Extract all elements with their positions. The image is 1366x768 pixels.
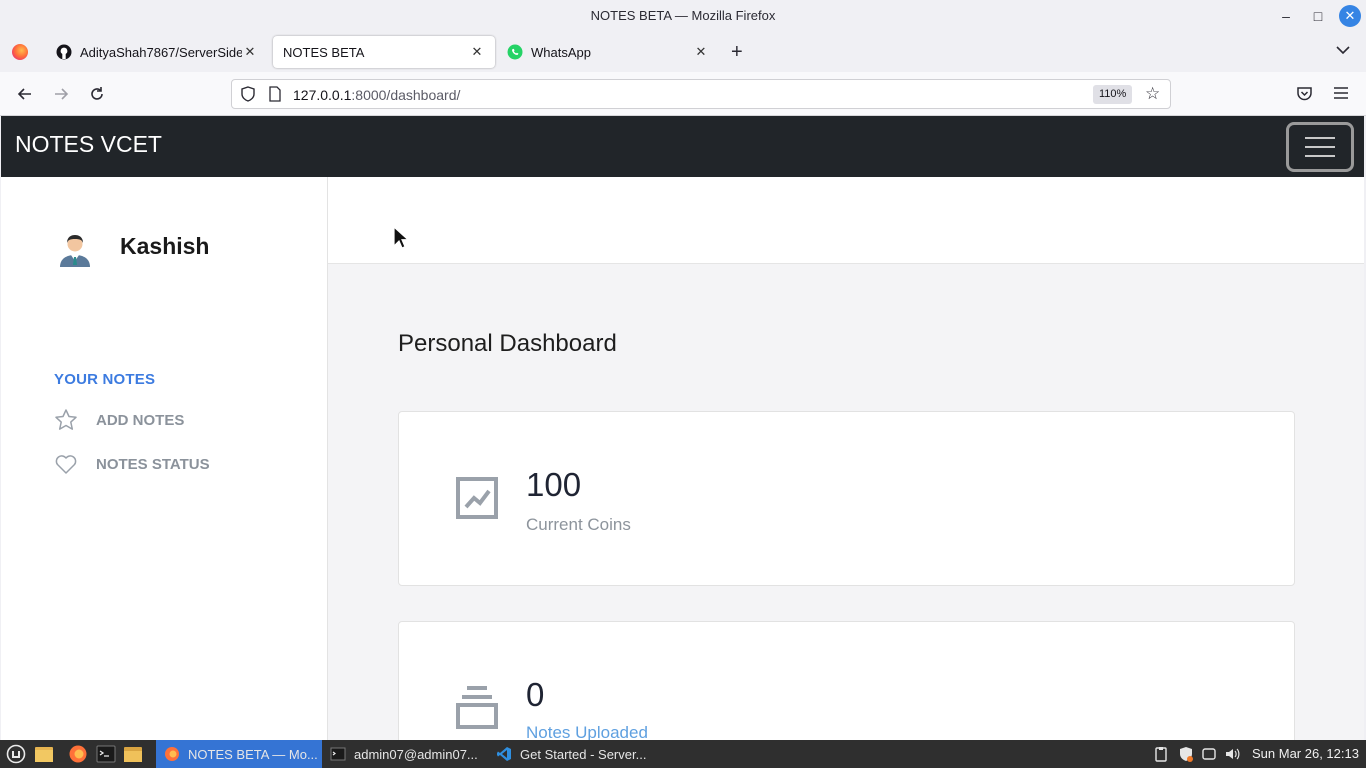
whatsapp-icon	[507, 44, 523, 60]
clipboard-tray-icon[interactable]	[1153, 746, 1169, 762]
url-text[interactable]: 127.0.0.1:8000/dashboard/	[293, 87, 460, 103]
stack-icon	[455, 685, 499, 729]
volume-tray-icon[interactable]	[1224, 746, 1240, 762]
reload-icon[interactable]	[85, 82, 109, 106]
url-bar[interactable]: 127.0.0.1:8000/dashboard/ 110% ☆	[231, 79, 1171, 109]
taskbar-task-firefox[interactable]: NOTES BETA — Mo...	[156, 740, 322, 768]
sidebar-section-title[interactable]: YOUR NOTES	[54, 371, 155, 388]
sidebar-item-notes-status[interactable]: NOTES STATUS	[54, 452, 210, 476]
back-arrow-icon[interactable]	[13, 82, 37, 106]
forward-arrow-icon[interactable]	[49, 82, 73, 106]
show-desktop-folder-icon[interactable]	[34, 744, 54, 764]
terminal-launcher-icon[interactable]	[96, 744, 116, 764]
firefox-icon	[164, 746, 180, 762]
taskbar-task-terminal[interactable]: admin07@admin07...	[322, 740, 488, 768]
main-top-bar	[328, 177, 1364, 264]
navbar-toggler-button[interactable]	[1286, 122, 1354, 172]
tab-strip: AdityaShah7867/ServerSide ✕ NOTES BETA ✕…	[0, 32, 1366, 72]
chart-icon	[455, 476, 499, 520]
page-title: Personal Dashboard	[398, 330, 617, 357]
bookmark-star-icon[interactable]: ☆	[1145, 85, 1160, 103]
mouse-cursor-icon	[393, 225, 410, 250]
toggler-bar	[1305, 137, 1335, 139]
star-icon	[54, 408, 78, 432]
terminal-icon	[330, 746, 346, 762]
taskbar-task-vscode[interactable]: Get Started - Server...	[488, 740, 654, 768]
tab-label: AdityaShah7867/ServerSide	[80, 44, 242, 60]
tab-github[interactable]: AdityaShah7867/ServerSide ✕	[46, 36, 268, 68]
firefox-launcher-icon[interactable]	[68, 744, 88, 764]
taskbar-task-label: NOTES BETA — Mo...	[188, 746, 318, 762]
url-host: 127.0.0.1	[293, 87, 352, 103]
toggler-bar	[1305, 155, 1335, 157]
tab-close-icon[interactable]: ✕	[469, 44, 485, 60]
github-icon	[56, 44, 72, 60]
tab-close-icon[interactable]: ✕	[693, 44, 709, 60]
site-brand[interactable]: NOTES VCET	[15, 131, 162, 158]
firefox-view-icon[interactable]	[12, 44, 28, 60]
taskbar-clock[interactable]: Sun Mar 26, 12:13	[1252, 746, 1359, 761]
stat-card-coins: 100 Current Coins	[398, 411, 1295, 586]
maximize-button[interactable]: □	[1307, 5, 1329, 27]
tab-label: NOTES BETA	[283, 44, 365, 60]
navigation-toolbar: 127.0.0.1:8000/dashboard/ 110% ☆	[0, 72, 1366, 116]
dashboard-main: Personal Dashboard 100 Current Coins 0 N…	[328, 265, 1364, 740]
uploads-caption[interactable]: Notes Uploaded	[526, 723, 648, 740]
url-path: :8000/dashboard/	[351, 87, 461, 103]
start-menu-icon[interactable]	[6, 744, 26, 764]
files-launcher-icon[interactable]	[123, 744, 143, 764]
site-navbar: NOTES VCET	[1, 116, 1364, 177]
sidebar-item-add-notes[interactable]: ADD NOTES	[54, 408, 184, 432]
taskbar-task-label: admin07@admin07...	[354, 746, 478, 762]
sidebar-item-label: ADD NOTES	[96, 411, 185, 429]
update-shield-tray-icon[interactable]	[1178, 746, 1194, 762]
toggler-bar	[1305, 146, 1335, 148]
stat-card-uploads: 0 Notes Uploaded	[398, 621, 1295, 740]
tab-notes-beta[interactable]: NOTES BETA ✕	[273, 36, 495, 68]
window-title: NOTES BETA — Mozilla Firefox	[590, 8, 776, 23]
sidebar: Kashish YOUR NOTES ADD NOTES NOTES STATU…	[1, 177, 328, 740]
page-viewport: NOTES VCET Kashish YOUR NOTES ADD NOTES	[1, 116, 1364, 740]
tab-whatsapp[interactable]: WhatsApp ✕	[497, 36, 719, 68]
new-tab-button[interactable]: +	[731, 42, 743, 62]
tab-label: WhatsApp	[531, 44, 591, 60]
user-name: Kashish	[120, 233, 210, 259]
vscode-icon	[496, 746, 512, 762]
hamburger-menu-icon[interactable]	[1332, 85, 1350, 101]
network-tray-icon[interactable]	[1201, 746, 1217, 762]
coins-value: 100	[526, 466, 582, 503]
minimize-button[interactable]: –	[1275, 5, 1297, 27]
pocket-icon[interactable]	[1296, 85, 1313, 102]
uploads-value: 0	[526, 676, 545, 713]
heart-icon	[54, 452, 78, 476]
page-info-icon[interactable]	[268, 86, 282, 102]
zoom-level-badge[interactable]: 110%	[1093, 85, 1133, 104]
sidebar-item-label: NOTES STATUS	[96, 455, 210, 473]
window-titlebar: NOTES BETA — Mozilla Firefox – □ ✕	[0, 0, 1366, 32]
desktop-taskbar: NOTES BETA — Mo... admin07@admin07... Ge…	[0, 740, 1366, 768]
avatar	[56, 229, 94, 267]
tracking-protection-shield-icon[interactable]	[240, 86, 256, 102]
taskbar-task-label: Get Started - Server...	[520, 746, 647, 762]
coins-caption: Current Coins	[526, 515, 631, 534]
tab-close-icon[interactable]: ✕	[242, 44, 258, 60]
close-window-button[interactable]: ✕	[1339, 5, 1361, 27]
list-all-tabs-chevron-down-icon[interactable]	[1336, 44, 1350, 58]
